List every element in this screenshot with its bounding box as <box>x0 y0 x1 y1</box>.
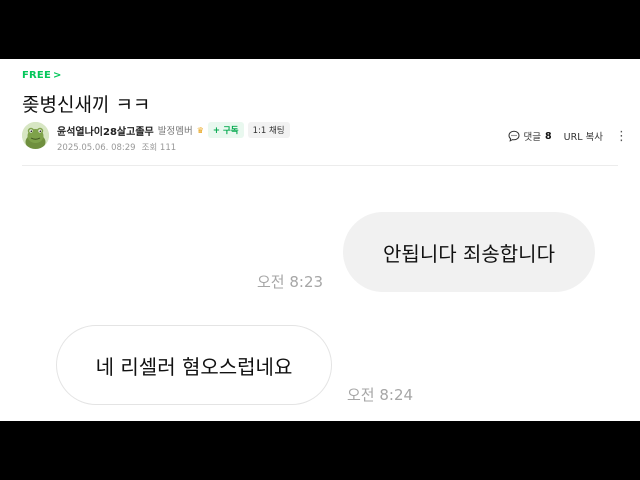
post-actions: 댓글 8 URL 복사 ⋮ <box>508 129 628 143</box>
chevron-right-icon: > <box>53 70 62 81</box>
subscribe-button[interactable]: + 구독 <box>207 122 244 138</box>
board-link[interactable]: FREE > <box>22 70 62 81</box>
chat-bubble-outgoing: 안됩니다 죄송합니다 <box>343 212 595 292</box>
chat-bubble-incoming: 네 리셀러 혐오스럽네요 <box>56 325 332 405</box>
post-date: 2025.05.06. 08:29 <box>57 143 136 153</box>
url-copy-button[interactable]: URL 복사 <box>564 129 603 143</box>
comment-label: 댓글 <box>523 132 542 143</box>
author-name[interactable]: 윤석열나이28살고졸무 <box>57 123 154 138</box>
comment-icon <box>508 130 520 142</box>
frog-avatar-icon <box>22 122 49 149</box>
crown-icon: ♛ <box>196 125 204 135</box>
post-title: 좆병신새끼 ㅋㅋ <box>22 94 151 116</box>
member-grade: 발정멤버 <box>157 126 193 137</box>
message-timestamp: 오전 8:24 <box>347 386 414 404</box>
one-to-one-chat-button[interactable]: 1:1 채팅 <box>247 122 290 138</box>
author-avatar[interactable] <box>22 122 49 149</box>
board-label: FREE <box>22 70 51 81</box>
message-timestamp: 오전 8:23 <box>257 273 324 291</box>
post-meta: 2025.05.06. 08:29 조회 111 <box>57 141 176 153</box>
comment-button[interactable]: 댓글 8 <box>508 129 552 143</box>
header-divider <box>22 165 618 166</box>
post-page: FREE > 좆병신새끼 ㅋㅋ 윤석열나이28살고졸무 발정멤버 ♛ + 구독 1… <box>0 59 640 421</box>
comment-count: 8 <box>545 130 552 142</box>
author-row: 윤석열나이28살고졸무 발정멤버 ♛ + 구독 1:1 채팅 <box>57 122 290 138</box>
more-vertical-icon[interactable]: ⋮ <box>615 130 628 143</box>
view-count: 조회 111 <box>141 143 177 153</box>
